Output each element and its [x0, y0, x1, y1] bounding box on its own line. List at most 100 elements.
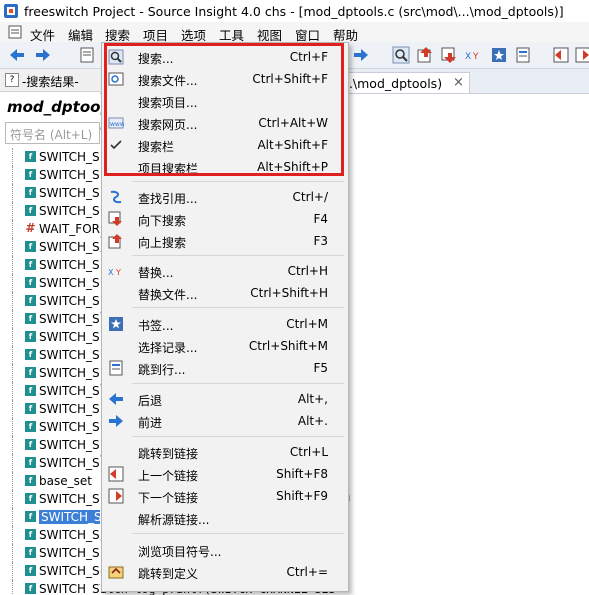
symbol-list-item[interactable]: f SWITCH_S — [0, 148, 100, 166]
menu-item[interactable]: 向下搜索 F4 — [102, 208, 348, 230]
tree-line — [12, 364, 25, 382]
menu-item[interactable]: 替换文件... Ctrl+Shift+H — [102, 282, 348, 304]
menu-item[interactable]: 向上搜索 F3 — [102, 230, 348, 252]
goto-line-toolbar-icon[interactable] — [514, 46, 532, 64]
forward-arrow-icon-2[interactable] — [352, 46, 370, 64]
symbol-list-item[interactable]: f SWITCH_S — [0, 454, 100, 472]
menu-item[interactable]: 下一个链接 Shift+F9 — [102, 485, 348, 507]
document-icon[interactable] — [78, 46, 96, 64]
symbol-list-item[interactable]: f SWITCH_S — [0, 238, 100, 256]
bookmark-toolbar-icon[interactable] — [490, 46, 508, 64]
symbol-name: SWITCH_S — [39, 258, 100, 272]
tab-mod-dptools[interactable]: ...\mod_dptools) × — [330, 72, 470, 93]
menu-item[interactable]: X Y 替换... Ctrl+H — [102, 260, 348, 282]
symbol-list-item[interactable]: f SWITCH_S — [0, 418, 100, 436]
menu-item-shortcut: Ctrl+Shift+M — [248, 339, 328, 353]
symbol-list-item[interactable]: f SWITCH_S — [0, 256, 100, 274]
symbol-list-item[interactable]: f SWITCH_S — [0, 310, 100, 328]
menu-item[interactable]: 跳到行... F5 — [102, 357, 348, 379]
tree-line — [12, 490, 25, 508]
symbol-search-placeholder: 符号名 (Alt+L) — [10, 128, 93, 142]
symbol-list-item[interactable]: fSWITCH_STANDARD_APP — [0, 580, 100, 595]
tree-line — [12, 508, 25, 526]
menu-item-label: 向下搜索 — [138, 214, 187, 228]
tree-line — [12, 382, 25, 400]
tab-label: ...\mod_dptools) — [341, 76, 443, 91]
menu-item[interactable]: 浏览项目符号... — [102, 539, 348, 561]
menu-item-shortcut: Shift+F8 — [276, 467, 328, 481]
symbol-list-item[interactable]: f SWITCH_S — [0, 328, 100, 346]
search-toolbar-icon[interactable] — [392, 46, 410, 64]
symbol-list-item[interactable]: f SWITCH_S — [0, 184, 100, 202]
menu-item[interactable]: 上一个链接 Shift+F8 — [102, 463, 348, 485]
symbol-name: SWITCH_S — [39, 420, 100, 434]
menu-item-label: 向上搜索 — [138, 236, 187, 250]
symbol-list-item[interactable]: f SWITCH_S — [0, 436, 100, 454]
symbol-list-item[interactable]: f SWITCH_S — [0, 274, 100, 292]
function-icon: f — [25, 169, 36, 180]
symbol-list-item[interactable]: f SWITCH_S — [0, 400, 100, 418]
next-link-toolbar-icon[interactable] — [574, 46, 589, 64]
symbol-list-item[interactable]: f SWITCH_S — [0, 508, 100, 526]
menu-item-label: 查找引用... — [138, 192, 198, 206]
symbol-list-item[interactable]: f SWITCH_S — [0, 490, 100, 508]
symbol-list-item[interactable]: f SWITCH_S — [0, 364, 100, 382]
previous-link-toolbar-icon[interactable] — [552, 46, 570, 64]
symbol-list-item[interactable]: f SWITCH_S — [0, 202, 100, 220]
tree-line — [12, 472, 25, 490]
search-down-icon[interactable] — [440, 46, 458, 64]
menu-item[interactable]: 书签... Ctrl+M — [102, 313, 348, 335]
tree-line — [12, 562, 25, 580]
function-icon: f — [25, 583, 36, 594]
function-icon: f — [25, 259, 36, 270]
back-arrow-icon[interactable] — [8, 46, 26, 64]
function-icon: f — [25, 403, 36, 414]
replace-toolbar-icon[interactable]: XY — [464, 46, 482, 64]
symbol-list-item[interactable]: # WAIT_FOR — [0, 220, 100, 238]
symbol-list-item[interactable]: f SWITCH_S — [0, 166, 100, 184]
menu-item[interactable]: 跳转到定义 Ctrl+= — [102, 561, 348, 583]
menu-item[interactable]: 选择记录... Ctrl+Shift+M — [102, 335, 348, 357]
menu-item-shortcut: Ctrl+= — [286, 565, 328, 579]
tab-close-icon[interactable]: × — [453, 75, 464, 90]
menu-item-label: 书签... — [138, 319, 174, 333]
symbol-search-input[interactable]: 符号名 (Alt+L) — [5, 122, 100, 144]
tree-line — [12, 418, 25, 436]
function-icon: f — [25, 439, 36, 450]
symbol-list-item[interactable]: f base_set — [0, 472, 100, 490]
tree-line — [12, 436, 25, 454]
menu-item-shortcut: F5 — [313, 361, 328, 375]
menu-separator — [132, 533, 344, 534]
search-up-icon[interactable] — [416, 46, 434, 64]
symbol-name: SWITCH_S — [39, 276, 100, 290]
symbol-list-item[interactable]: f SWITCH_S — [0, 562, 100, 580]
menu-item-label: 浏览项目符号... — [138, 545, 222, 559]
function-icon: f — [25, 493, 36, 504]
forward-arrow-icon[interactable] — [34, 46, 52, 64]
symbol-list-item[interactable]: f SWITCH_S — [0, 346, 100, 364]
function-icon: f — [25, 565, 36, 576]
menu-item-label: 跳到行... — [138, 363, 186, 377]
function-icon: f — [25, 367, 36, 378]
symbol-list-item[interactable]: f SWITCH_S — [0, 526, 100, 544]
menu-item[interactable]: 后退 Alt+, — [102, 388, 348, 410]
symbol-name: SWITCH_S — [39, 186, 100, 200]
menu-item[interactable]: 跳转到链接 Ctrl+L — [102, 441, 348, 463]
menu-item-label: 跳转到定义 — [138, 567, 199, 581]
menu-item-shortcut: Ctrl+Shift+H — [250, 286, 328, 300]
tree-line — [12, 238, 25, 256]
tree-line — [12, 544, 25, 562]
panel-icon[interactable]: ? — [5, 73, 19, 87]
symbol-name: SWITCH_S — [39, 546, 100, 560]
menu-item-shortcut: Alt+. — [297, 414, 328, 428]
symbol-name: SWITCH_S — [39, 402, 100, 416]
symbol-list-item[interactable]: f SWITCH_S — [0, 544, 100, 562]
symbol-name: SWITCH_S — [39, 438, 100, 452]
menu-item[interactable]: 前进 Alt+. — [102, 410, 348, 432]
symbol-list[interactable]: f SWITCH_S f SWITCH_S f SWITCH_S f SWITCH_S # WAI… — [0, 148, 100, 595]
menu-item[interactable]: 解析源链接... — [102, 507, 348, 529]
symbol-list-item[interactable]: f SWITCH_S — [0, 382, 100, 400]
function-icon: f — [25, 529, 36, 540]
menu-item[interactable]: 查找引用... Ctrl+/ — [102, 186, 348, 208]
symbol-list-item[interactable]: f SWITCH_S — [0, 292, 100, 310]
